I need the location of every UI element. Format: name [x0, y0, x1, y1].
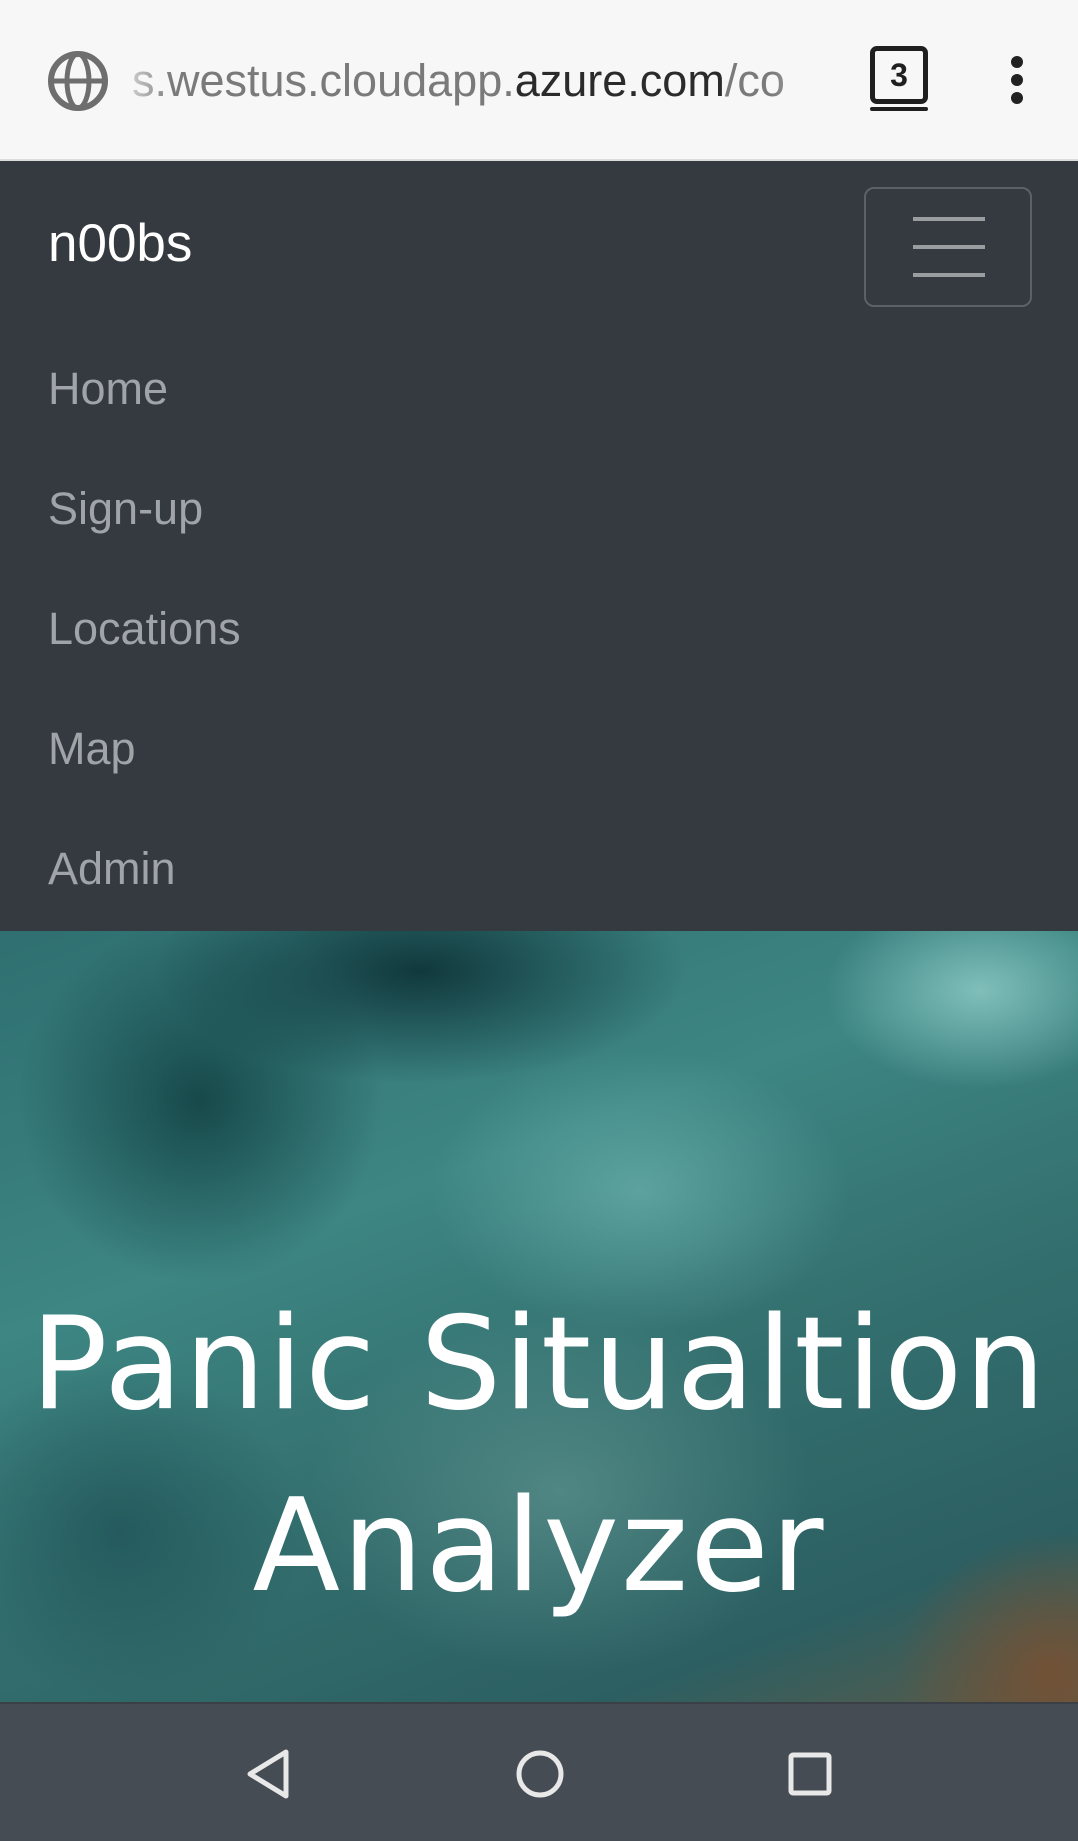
navbar-brand[interactable]: n00bs — [48, 213, 192, 274]
system-navigation-bar — [0, 1702, 1078, 1841]
more-vertical-icon[interactable] — [996, 50, 1038, 110]
nav-item-locations[interactable]: Locations — [0, 569, 1078, 689]
hero-banner: Panic Situaltion Analyzer — [0, 931, 1078, 1702]
nav-item-admin[interactable]: Admin — [0, 809, 1078, 929]
address-bar[interactable]: s.westus.cloudapp.azure.com/co — [132, 50, 836, 112]
back-triangle-icon[interactable] — [240, 1744, 300, 1804]
nav-item-home[interactable]: Home — [0, 329, 1078, 449]
tab-switcher-underline — [870, 107, 928, 111]
home-circle-icon[interactable] — [510, 1744, 570, 1804]
nav-menu: Home Sign-up Locations Map Admin — [0, 329, 1078, 929]
navbar-toggler-button[interactable] — [864, 187, 1032, 307]
browser-toolbar: s.westus.cloudapp.azure.com/co 3 — [0, 0, 1078, 161]
nav-item-sign-up[interactable]: Sign-up — [0, 449, 1078, 569]
recents-square-icon[interactable] — [780, 1744, 840, 1804]
globe-icon[interactable] — [46, 49, 110, 113]
url-suffix: /co — [724, 55, 785, 106]
hamburger-icon — [913, 217, 985, 221]
site-navbar: n00bs Home Sign-up Locations Map Admin — [0, 161, 1078, 931]
url-prefix: s.westus.cloudapp. — [132, 55, 515, 106]
url-domain: azure.com — [514, 55, 725, 106]
nav-item-map[interactable]: Map — [0, 689, 1078, 809]
tab-switcher-button[interactable]: 3 — [870, 46, 928, 104]
hero-title: Panic Situaltion Analyzer — [30, 1290, 1048, 1621]
